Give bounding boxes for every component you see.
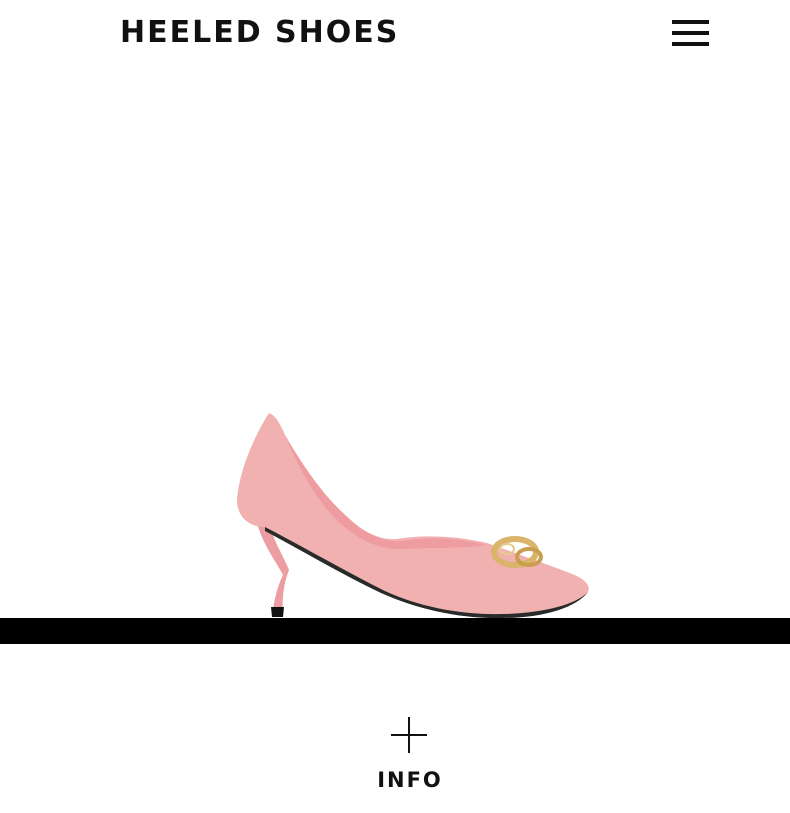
divider-bar (0, 618, 790, 644)
info-toggle[interactable]: INFO (370, 712, 450, 798)
plus-icon[interactable] (391, 717, 427, 753)
info-label[interactable]: INFO (370, 766, 450, 794)
hamburger-menu-icon[interactable] (672, 20, 709, 48)
plus-icon-vertical (408, 717, 410, 753)
menu-line (672, 20, 709, 24)
menu-line (672, 31, 709, 35)
page: HEELED SHOES INFO (0, 0, 790, 813)
gold-buckle (491, 536, 543, 568)
menu-line (672, 42, 709, 46)
product-image[interactable] (225, 395, 605, 625)
heel-tip (271, 607, 284, 617)
site-title: HEELED SHOES (120, 15, 400, 50)
shoe-illustration (237, 413, 589, 619)
